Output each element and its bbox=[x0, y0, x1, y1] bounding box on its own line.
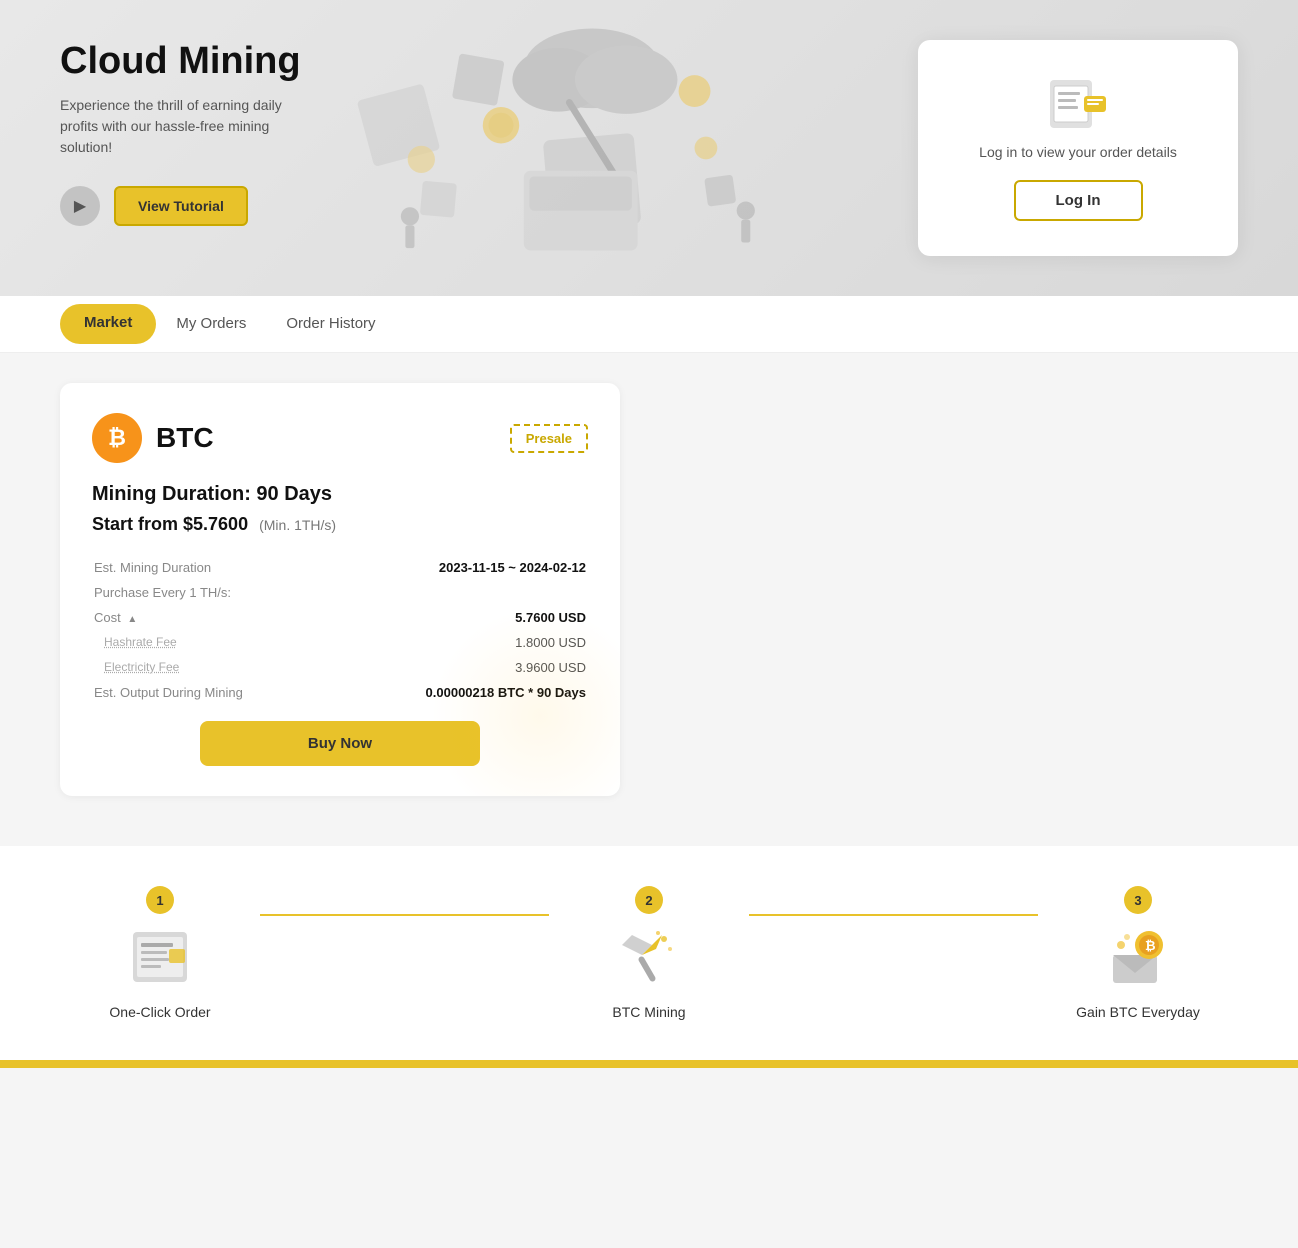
table-row: Purchase Every 1 TH/s: bbox=[92, 580, 588, 605]
step-2-number: 2 bbox=[635, 886, 663, 914]
step-2: 2 BTC Mining bbox=[549, 886, 749, 1020]
hero-subtitle: Experience the thrill of earning daily p… bbox=[60, 95, 320, 158]
tabs-bar: Market My Orders Order History bbox=[0, 296, 1298, 353]
main-content: ₿ BTC Presale Mining Duration: 90 Days S… bbox=[0, 353, 1298, 826]
tab-order-history[interactable]: Order History bbox=[266, 297, 395, 353]
step-3-icon: ₿ bbox=[1098, 922, 1178, 992]
login-card: Log in to view your order details Log In bbox=[918, 40, 1238, 256]
table-row: Cost ▲ 5.7600 USD bbox=[92, 605, 588, 630]
purchase-label: Purchase Every 1 TH/s: bbox=[92, 580, 365, 605]
tab-my-orders[interactable]: My Orders bbox=[156, 297, 266, 353]
hero-title: Cloud Mining bbox=[60, 40, 450, 83]
est-duration-label: Est. Mining Duration bbox=[92, 555, 365, 580]
est-output-value: 0.00000218 BTC * 90 Days bbox=[365, 680, 588, 705]
hero-actions: ▶ View Tutorial bbox=[60, 186, 450, 226]
steps-section: 1 One-Click Order 2 bbox=[0, 846, 1298, 1060]
step-1-label: One-Click Order bbox=[109, 1004, 210, 1020]
step-2-icon bbox=[609, 922, 689, 992]
btc-label: BTC bbox=[156, 422, 214, 454]
electricity-value: 3.9600 USD bbox=[365, 655, 588, 680]
step-1-number: 1 bbox=[146, 886, 174, 914]
btc-logo-wrap: ₿ BTC bbox=[92, 413, 214, 463]
cost-value: 5.7600 USD bbox=[365, 605, 588, 630]
step-1: 1 One-Click Order bbox=[60, 886, 260, 1020]
cost-label: Cost bbox=[94, 610, 121, 625]
hero-content: Cloud Mining Experience the thrill of ea… bbox=[60, 40, 450, 226]
est-duration-value: 2023-11-15 ~ 2024-02-12 bbox=[365, 555, 588, 580]
step-connector-2 bbox=[749, 886, 1038, 916]
connector-line-2 bbox=[749, 914, 1038, 916]
login-card-text: Log in to view your order details bbox=[958, 144, 1198, 160]
table-row: Est. Output During Mining 0.00000218 BTC… bbox=[92, 680, 588, 705]
table-row: Est. Mining Duration 2023-11-15 ~ 2024-0… bbox=[92, 555, 588, 580]
presale-badge: Presale bbox=[510, 424, 588, 453]
hashrate-value: 1.8000 USD bbox=[365, 630, 588, 655]
tab-market[interactable]: Market bbox=[60, 304, 156, 344]
card-header: ₿ BTC Presale bbox=[92, 413, 588, 463]
sort-icon: ▲ bbox=[127, 614, 137, 625]
mining-duration: Mining Duration: 90 Days bbox=[92, 483, 588, 506]
tutorial-button[interactable]: View Tutorial bbox=[114, 186, 248, 226]
electricity-label: Electricity Fee bbox=[92, 655, 365, 680]
login-button[interactable]: Log In bbox=[1014, 180, 1143, 221]
login-card-icon bbox=[1046, 80, 1110, 128]
min-label: (Min. 1TH/s) bbox=[259, 517, 336, 533]
step-2-label: BTC Mining bbox=[612, 1004, 685, 1020]
start-from-price: Start from $5.7600 bbox=[92, 514, 248, 534]
bottom-bar bbox=[0, 1060, 1298, 1068]
info-table: Est. Mining Duration 2023-11-15 ~ 2024-0… bbox=[92, 555, 588, 705]
step-3: 3 ₿ Gain BTC Everyday bbox=[1038, 886, 1238, 1020]
connector-line-1 bbox=[260, 914, 549, 916]
mining-card: ₿ BTC Presale Mining Duration: 90 Days S… bbox=[60, 383, 620, 796]
table-row: Hashrate Fee 1.8000 USD bbox=[92, 630, 588, 655]
step-3-number: 3 bbox=[1124, 886, 1152, 914]
svg-text:₿: ₿ bbox=[1145, 938, 1156, 953]
start-from: Start from $5.7600 (Min. 1TH/s) bbox=[92, 514, 588, 535]
hashrate-label: Hashrate Fee bbox=[92, 630, 365, 655]
step-connector-1 bbox=[260, 886, 549, 916]
table-row: Electricity Fee 3.9600 USD bbox=[92, 655, 588, 680]
btc-icon: ₿ bbox=[92, 413, 142, 463]
est-output-label: Est. Output During Mining bbox=[92, 680, 365, 705]
hero-section: Cloud Mining Experience the thrill of ea… bbox=[0, 0, 1298, 296]
buy-now-button[interactable]: Buy Now bbox=[200, 721, 480, 766]
step-1-icon bbox=[120, 922, 200, 992]
cost-section: Cost ▲ bbox=[92, 605, 365, 630]
step-3-label: Gain BTC Everyday bbox=[1076, 1004, 1200, 1020]
play-button[interactable]: ▶ bbox=[60, 186, 100, 226]
